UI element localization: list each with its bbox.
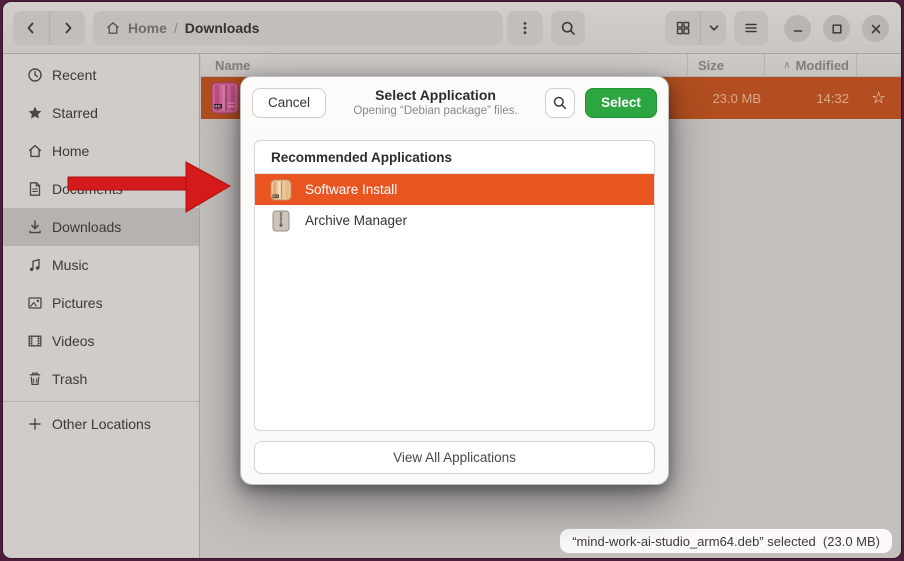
sidebar-item-label: Documents: [52, 181, 123, 197]
grid-view-button[interactable]: [665, 11, 700, 45]
sidebar-item-label: Music: [52, 257, 89, 273]
sidebar-item-downloads[interactable]: Downloads: [3, 208, 199, 246]
file-modified-cell: 14:32: [764, 91, 856, 106]
column-header-name[interactable]: Name: [201, 58, 687, 73]
sidebar-item-other-locations[interactable]: Other Locations: [3, 405, 199, 443]
dialog-search-button[interactable]: [545, 88, 575, 118]
hamburger-menu-icon: [743, 20, 759, 36]
sidebar-item-label: Other Locations: [52, 416, 151, 432]
maximize-icon: [830, 22, 844, 36]
document-icon: [27, 181, 43, 197]
column-header-row: Name Size ∧ Modified: [201, 54, 901, 77]
search-icon: [560, 20, 577, 37]
sort-ascending-icon: ∧: [783, 60, 790, 71]
minimize-button[interactable]: [784, 15, 811, 42]
sidebar-separator: [3, 401, 199, 402]
sidebar-item-recent[interactable]: Recent: [3, 56, 199, 94]
trash-icon: [27, 371, 43, 387]
star-toggle-icon[interactable]: ☆: [856, 88, 901, 108]
breadcrumb-home[interactable]: Home: [128, 20, 167, 36]
sidebar-item-home[interactable]: Home: [3, 132, 199, 170]
column-header-modified[interactable]: ∧ Modified: [764, 54, 856, 76]
path-menu-button[interactable]: [507, 11, 543, 45]
app-row-archive-manager[interactable]: Archive Manager: [255, 205, 654, 236]
sidebar-item-starred[interactable]: Starred: [3, 94, 199, 132]
clock-icon: [27, 67, 43, 83]
dialog-headerbar: Cancel Select Application Opening “Debia…: [241, 77, 668, 128]
star-icon: [27, 105, 43, 121]
recommended-section-header: Recommended Applications: [255, 141, 654, 174]
archive-icon: [269, 209, 293, 233]
maximize-button[interactable]: [823, 15, 850, 42]
breadcrumb[interactable]: Home / Downloads: [93, 11, 503, 45]
nav-button-group: [13, 11, 85, 45]
plus-icon: [27, 416, 43, 432]
close-button[interactable]: [862, 15, 889, 42]
back-button[interactable]: [13, 11, 49, 45]
chevron-left-icon: [23, 20, 39, 36]
sidebar-item-label: Home: [52, 143, 89, 159]
sidebar-item-label: Videos: [52, 333, 95, 349]
kebab-menu-icon: [517, 20, 533, 36]
home-icon: [105, 20, 121, 36]
dialog-title-block: Select Application Opening “Debian packa…: [336, 87, 535, 119]
application-list: Recommended Applications Software Instal…: [254, 140, 655, 431]
select-button[interactable]: Select: [585, 88, 657, 118]
sidebar-item-videos[interactable]: Videos: [3, 322, 199, 360]
cancel-button[interactable]: Cancel: [252, 88, 326, 118]
select-application-dialog: Cancel Select Application Opening “Debia…: [240, 76, 669, 485]
breadcrumb-current[interactable]: Downloads: [185, 20, 260, 36]
files-window: Home / Downloads: [2, 1, 902, 559]
forward-button[interactable]: [49, 11, 85, 45]
column-header-size[interactable]: Size: [687, 54, 764, 76]
column-header-star: [856, 54, 901, 76]
film-icon: [27, 333, 43, 349]
minimize-icon: [791, 22, 805, 36]
sidebar-item-label: Starred: [52, 105, 98, 121]
dialog-subtitle: Opening “Debian package” files.: [336, 104, 535, 118]
view-options-button[interactable]: [700, 11, 726, 45]
deb-package-icon: [269, 178, 293, 202]
view-toggle-group: [665, 11, 726, 45]
sidebar-item-label: Pictures: [52, 295, 103, 311]
search-icon: [552, 95, 568, 111]
dialog-title: Select Application: [336, 87, 535, 105]
app-row-software-install[interactable]: Software Install: [255, 174, 654, 205]
chevron-down-icon: [707, 21, 721, 35]
grid-view-icon: [675, 20, 691, 36]
headerbar: Home / Downloads: [3, 2, 901, 54]
chevron-right-icon: [60, 20, 76, 36]
file-size-cell: 23.0 MB: [687, 91, 764, 106]
sidebar-item-pictures[interactable]: Pictures: [3, 284, 199, 322]
app-row-label: Software Install: [305, 182, 397, 197]
app-row-label: Archive Manager: [305, 213, 407, 228]
main-menu-button[interactable]: [734, 11, 768, 45]
deb-package-file-icon: [210, 81, 240, 115]
music-note-icon: [27, 257, 43, 273]
sidebar-item-music[interactable]: Music: [3, 246, 199, 284]
home-icon: [27, 143, 43, 159]
picture-icon: [27, 295, 43, 311]
download-icon: [27, 219, 43, 235]
sidebar-item-documents[interactable]: Documents: [3, 170, 199, 208]
close-icon: [869, 22, 883, 36]
view-all-applications-button[interactable]: View All Applications: [254, 441, 655, 474]
sidebar-item-label: Downloads: [52, 219, 121, 235]
search-button[interactable]: [551, 11, 585, 45]
sidebar-item-trash[interactable]: Trash: [3, 360, 199, 398]
sidebar-item-label: Recent: [52, 67, 96, 83]
breadcrumb-separator: /: [174, 20, 178, 36]
sidebar-item-label: Trash: [52, 371, 87, 387]
places-sidebar: Recent Starred Home Documents Downloads …: [3, 54, 200, 558]
selection-status-bar: “mind-work-ai-studio_arm64.deb” selected…: [559, 528, 893, 554]
